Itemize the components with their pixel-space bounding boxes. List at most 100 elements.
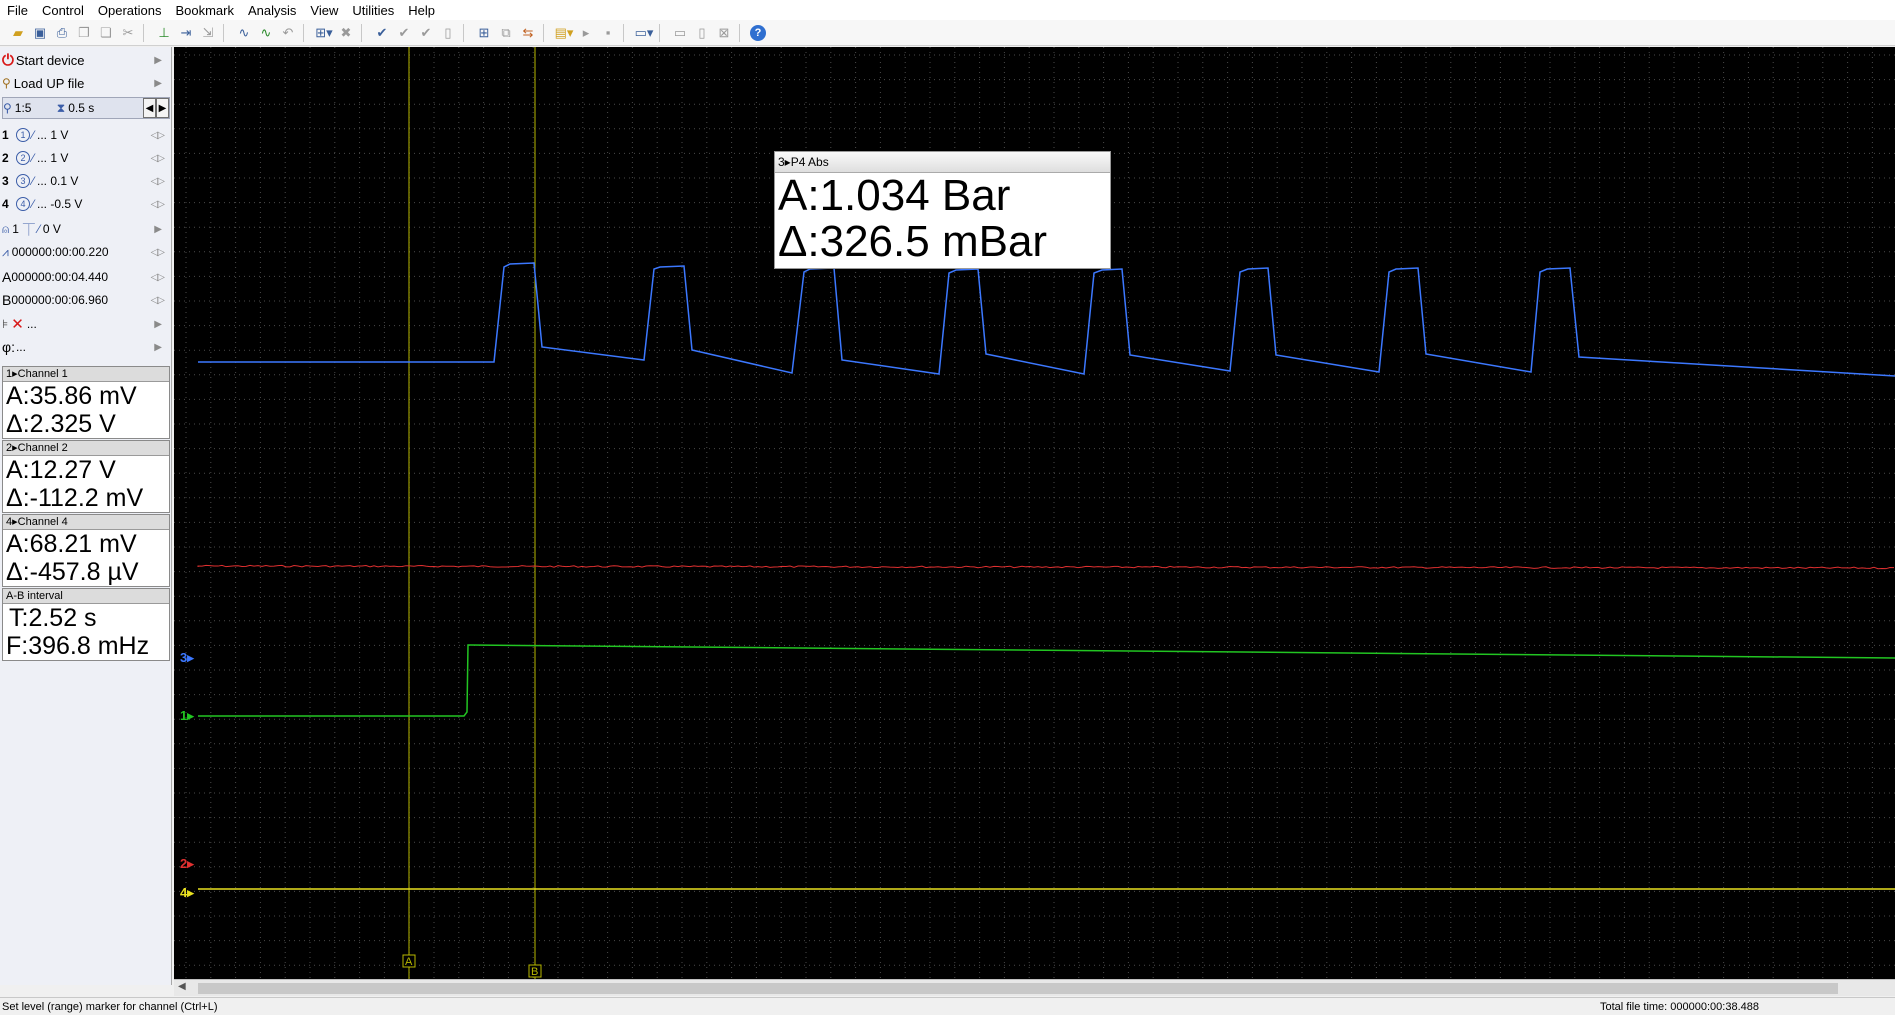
channel-scale: ... -0.5 V	[37, 197, 83, 211]
menu-operations[interactable]: Operations	[91, 3, 169, 18]
channel-scale-arrows-icon[interactable]: ◁▷	[151, 176, 165, 187]
print-icon[interactable]: ⎙	[52, 23, 72, 43]
window-icon[interactable]: ▭	[670, 23, 690, 43]
filter-row[interactable]: ⊧ ✕ ... ▶	[2, 313, 170, 335]
readout-title: Channel 1	[17, 368, 68, 380]
channel-circle-icon: 1	[16, 128, 30, 142]
status-total-file-time: Total file time: 000000:00:38.488	[1599, 1001, 1759, 1013]
marker-b-icon: B	[2, 292, 12, 308]
pretrigger-icon: ⩘	[2, 244, 9, 259]
channel-row-1[interactable]: 1 1 ⁄ ... 1 V ◁▷	[2, 124, 170, 146]
marker-a-row[interactable]: A 000000:00:04.440 ◁▷	[2, 266, 170, 288]
menu-file[interactable]: File	[0, 3, 35, 18]
pretrigger-arrows-icon[interactable]: ◁▷	[151, 247, 165, 258]
check-down-icon[interactable]: ✔	[416, 23, 436, 43]
measure-icon[interactable]: ⇲	[198, 23, 218, 43]
close-window-icon[interactable]: ⊠	[714, 23, 734, 43]
arrange-icon[interactable]: ⧉	[496, 23, 516, 43]
timebase-nav: ◀ ▶	[143, 98, 169, 118]
channel-scale-arrows-icon[interactable]: ◁▷	[151, 130, 165, 141]
pretrigger-row[interactable]: ⩘ 000000:00:00.220 ◁▷	[2, 241, 170, 263]
delete-icon[interactable]: ✖	[336, 23, 356, 43]
channel-4-marker[interactable]: 4▸	[180, 885, 194, 901]
zoom-timebase-row[interactable]: ⚲ 1:5 ⧗ 0.5 s ◀ ▶	[2, 97, 170, 119]
timebase-prev-button[interactable]: ◀	[143, 98, 156, 118]
copy-icon[interactable]: ❐	[74, 23, 94, 43]
channel-scale-arrows-icon[interactable]: ◁▷	[151, 199, 165, 210]
edge-icon: ⏉	[22, 222, 35, 237]
split-icon[interactable]: ⇆	[518, 23, 538, 43]
menu-bookmark[interactable]: Bookmark	[168, 3, 241, 18]
menu-control[interactable]: Control	[35, 3, 91, 18]
menu-help[interactable]: Help	[401, 3, 442, 18]
toolbar: ▰ ▣ ⎙ ❐ ❏ ✂ ⊥ ⇥ ⇲ ∿ ∿ ↶ ⊞▾ ✖ ✔ ✔ ✔ ▯ ⊞ ⧉…	[0, 20, 1895, 46]
help-icon[interactable]: ?	[750, 24, 766, 41]
power-icon: ⏻	[2, 51, 14, 69]
layers-dropdown-icon[interactable]: ▤▾	[554, 23, 574, 43]
pretrigger-time: 000000:00:00.220	[11, 245, 109, 259]
chevron-right-icon: ▶	[154, 318, 162, 330]
load-up-file-row[interactable]: ⚲ Load UP file ▶	[2, 72, 170, 94]
cut-icon[interactable]: ✂	[118, 23, 138, 43]
load-file-icon: ⚲	[2, 76, 11, 90]
channel-2-marker[interactable]: 2▸	[180, 856, 194, 872]
page-icon[interactable]: ▯	[438, 23, 458, 43]
phase-icon: φ:	[2, 339, 15, 355]
timebase-next-button[interactable]: ▶	[156, 98, 169, 118]
marker-b-row[interactable]: B 000000:00:06.960 ◁▷	[2, 289, 170, 311]
readout-a-value: A:68.21 mV	[6, 530, 137, 558]
check-icon[interactable]: ✔	[372, 23, 392, 43]
trigger-row[interactable]: ⍝ 1 ⏉ ⁄ 0 V ▶	[2, 218, 170, 240]
phase-row[interactable]: φ: ... ▶	[2, 336, 170, 358]
waveform-icon[interactable]: ∿	[234, 23, 254, 43]
marker-a-arrows-icon[interactable]: ◁▷	[151, 272, 165, 283]
readout-arrow-icon: 4▸	[6, 516, 18, 528]
scrollbar-thumb[interactable]	[198, 983, 1838, 994]
window-alt-icon[interactable]: ▯	[692, 23, 712, 43]
channel-marker-label: 4	[180, 885, 188, 900]
trigger-channel: 1	[12, 222, 19, 236]
channel-marker-label: 1	[180, 708, 188, 723]
level-icon: ⁄	[37, 222, 40, 236]
p4-abs-readout-popup[interactable]: 3▸P4 Abs A:1.034 Bar Δ:326.5 mBar	[774, 151, 1111, 269]
check-all-icon[interactable]: ✔	[394, 23, 414, 43]
grid-icon[interactable]: ⊞	[474, 23, 494, 43]
channel-3-marker[interactable]: 3▸	[180, 650, 194, 666]
readout-delta-value: Δ:-457.8 µV	[6, 558, 139, 586]
channel-number: 2	[2, 151, 9, 165]
zoom-box: ⚲ 1:5 ⧗ 0.5 s	[3, 98, 94, 118]
popup-header[interactable]: 3▸P4 Abs	[775, 152, 1110, 173]
horizontal-scrollbar[interactable]: ◀	[174, 979, 1895, 996]
undo-icon[interactable]: ↶	[278, 23, 298, 43]
menu-analysis[interactable]: Analysis	[241, 3, 303, 18]
oscilloscope-display[interactable]: A B 3▸P4 Abs A:1.034 Bar Δ:326.5 mBar	[174, 47, 1895, 979]
display-dropdown-icon[interactable]: ▭▾	[634, 23, 654, 43]
channel-scale-arrows-icon[interactable]: ◁▷	[151, 153, 165, 164]
channel-circle-icon: 2	[16, 151, 30, 165]
marker-icon[interactable]: ⇥	[176, 23, 196, 43]
trigger-icon: ⍝	[2, 221, 10, 236]
menu-view[interactable]: View	[303, 3, 345, 18]
toolbar-separator	[303, 23, 309, 42]
readout-header: 4▸Channel 4	[3, 515, 169, 530]
chevron-right-icon: ▶	[154, 223, 162, 235]
channel-row-4[interactable]: 4 4 ⁄ ... -0.5 V ◁▷	[2, 193, 170, 215]
channel-row-2[interactable]: 2 2 ⁄ ... 1 V ◁▷	[2, 147, 170, 169]
toolbar-separator	[623, 23, 629, 42]
save-icon[interactable]: ▣	[30, 23, 50, 43]
channel-row-3[interactable]: 3 3 ⁄ ... 0.1 V ◁▷	[2, 170, 170, 192]
menu-bar: File Control Operations Bookmark Analysi…	[0, 0, 1895, 20]
start-device-row[interactable]: ⏻ Start device ▶	[2, 49, 170, 71]
channel-1-marker[interactable]: 1▸	[180, 708, 194, 724]
scroll-left-icon[interactable]: ◀	[178, 981, 186, 992]
paste-icon[interactable]: ❏	[96, 23, 116, 43]
marker-b-arrows-icon[interactable]: ◁▷	[151, 295, 165, 306]
toolbar-separator	[659, 23, 665, 42]
zoom-dropdown-icon[interactable]: ⊞▾	[314, 23, 334, 43]
open-folder-icon[interactable]: ▰	[8, 23, 28, 43]
menu-utilities[interactable]: Utilities	[345, 3, 401, 18]
play-icon[interactable]: ▸	[576, 23, 596, 43]
stop-icon[interactable]: ▪	[598, 23, 618, 43]
waveform-alt-icon[interactable]: ∿	[256, 23, 276, 43]
cursor-icon[interactable]: ⊥	[154, 23, 174, 43]
